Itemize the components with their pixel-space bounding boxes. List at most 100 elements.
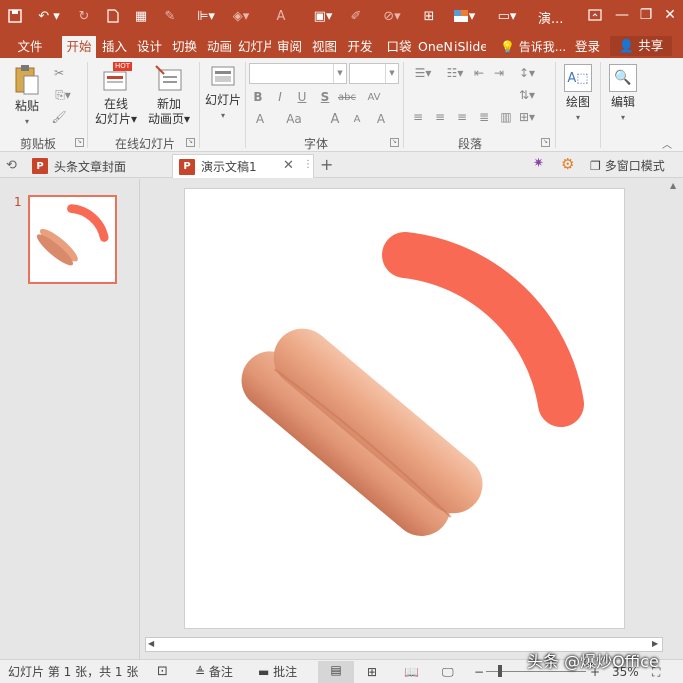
- slide-sorter-icon[interactable]: ⊞: [367, 663, 377, 681]
- shadow-button[interactable]: S: [316, 88, 334, 106]
- customize-qat-icon[interactable]: ▭▾: [492, 6, 522, 26]
- reading-view-icon[interactable]: 📖: [404, 663, 419, 681]
- scroll-right-icon[interactable]: ▶: [652, 639, 658, 648]
- char-spacing-button[interactable]: AV: [361, 88, 387, 106]
- crop-icon[interactable]: ⊞: [418, 6, 440, 26]
- increase-indent-icon[interactable]: ⇥: [490, 64, 508, 82]
- comment-icon: ▬: [258, 665, 270, 679]
- tab-transitions[interactable]: 切换: [168, 36, 201, 58]
- font-color-icon[interactable]: A: [271, 6, 291, 26]
- clear-format-button[interactable]: A: [372, 110, 390, 128]
- accessibility-icon[interactable]: ⊡: [157, 663, 168, 681]
- smartart-icon[interactable]: ⊞▾: [514, 108, 540, 126]
- edit-button[interactable]: 🔍 编辑 ▾: [605, 64, 641, 125]
- line-spacing-icon[interactable]: ↕▾: [514, 64, 540, 82]
- layout-icon[interactable]: ▦: [131, 6, 151, 26]
- clipboard-icon[interactable]: ▣▾: [309, 6, 337, 26]
- align-right-icon[interactable]: ≡: [453, 108, 471, 126]
- numbering-icon[interactable]: ☷▾: [441, 64, 469, 82]
- restore-icon[interactable]: ❐: [634, 4, 658, 26]
- tab-file[interactable]: 文件: [10, 36, 50, 58]
- scroll-left-icon[interactable]: ◀: [148, 639, 154, 648]
- underline-button[interactable]: U: [293, 88, 311, 106]
- font-size-select[interactable]: ▼: [349, 63, 399, 84]
- paragraph-launcher-icon[interactable]: ↘: [541, 138, 550, 147]
- tab-slideshow[interactable]: 幻灯片: [238, 36, 271, 58]
- tab-pocket[interactable]: 口袋: [382, 36, 416, 58]
- cut-icon[interactable]: ✂: [50, 64, 68, 82]
- gear-icon[interactable]: ⚙: [561, 155, 574, 173]
- align-left-icon[interactable]: ≡: [409, 108, 427, 126]
- tab-developer[interactable]: 开发: [343, 36, 377, 58]
- clipboard-launcher-icon[interactable]: ↘: [75, 138, 84, 147]
- tab-islide[interactable]: iSlide: [454, 36, 486, 58]
- tab-view[interactable]: 视图: [308, 36, 341, 58]
- shrink-font-button[interactable]: A: [348, 110, 366, 128]
- redo-icon[interactable]: ↻: [74, 6, 94, 26]
- justify-icon[interactable]: ≣: [475, 108, 493, 126]
- magic-icon[interactable]: ✷: [533, 156, 544, 171]
- tab-insert[interactable]: 插入: [98, 36, 131, 58]
- text-direction-icon[interactable]: ⇅▾: [514, 86, 540, 104]
- decrease-indent-icon[interactable]: ⇤: [470, 64, 488, 82]
- pen-icon[interactable]: ✎: [160, 6, 180, 26]
- notes-button[interactable]: ≜ 备注: [195, 663, 233, 681]
- ribbon-display-icon[interactable]: [583, 4, 607, 26]
- tell-me-search[interactable]: 💡 告诉我...: [500, 36, 566, 58]
- copy-icon[interactable]: ⎘▾: [50, 86, 76, 104]
- collapse-ribbon-icon[interactable]: ︿: [662, 136, 672, 151]
- undo-icon[interactable]: ↶ ▾: [34, 6, 64, 26]
- zoom-slider-thumb[interactable]: [498, 665, 502, 677]
- history-icon[interactable]: ⟲: [6, 158, 17, 173]
- comments-button[interactable]: ▬ 批注: [258, 663, 297, 681]
- close-tab-icon[interactable]: ✕: [283, 158, 294, 173]
- doc-tab-cover[interactable]: P 头条文章封面: [26, 154, 172, 178]
- new-animation-page-button[interactable]: 新加 动画页▾: [143, 64, 195, 127]
- tab-review[interactable]: 审阅: [273, 36, 306, 58]
- bold-button[interactable]: B: [249, 88, 267, 106]
- change-case-button[interactable]: Aa: [282, 110, 306, 128]
- format-painter-icon[interactable]: ✐: [346, 6, 366, 26]
- close-icon[interactable]: ✕: [658, 4, 682, 26]
- slide-thumbnail[interactable]: [28, 195, 117, 284]
- scroll-up-icon[interactable]: ▲: [670, 181, 676, 190]
- share-button[interactable]: 👤 共享: [610, 36, 672, 56]
- tab-animations[interactable]: 动画: [203, 36, 236, 58]
- minimize-icon[interactable]: —: [610, 4, 634, 26]
- online-slides-launcher-icon[interactable]: ↘: [186, 138, 195, 147]
- login-link[interactable]: 登录: [575, 36, 600, 58]
- vertical-scrollbar[interactable]: ▲: [666, 179, 683, 635]
- window-mode-button[interactable]: ❐ 多窗口模式: [590, 157, 665, 174]
- slide-artwork: [241, 232, 584, 536]
- zoom-out-icon[interactable]: −: [474, 663, 484, 681]
- tab-menu-icon[interactable]: ⋮: [303, 159, 313, 170]
- fill-icon[interactable]: ◈▾: [228, 6, 254, 26]
- save-icon[interactable]: [4, 6, 26, 26]
- draw-button[interactable]: A⬚ 绘图 ▾: [560, 64, 596, 125]
- online-slides-button[interactable]: HOT 在线 幻灯片▾: [93, 62, 139, 127]
- new-file-icon[interactable]: [103, 6, 123, 26]
- slideshow-icon[interactable]: 🖵: [442, 663, 454, 681]
- tab-home[interactable]: 开始: [62, 36, 96, 58]
- color-palette-icon[interactable]: ▾: [449, 6, 479, 26]
- font-launcher-icon[interactable]: ↘: [390, 138, 399, 147]
- slide-canvas[interactable]: [184, 188, 625, 629]
- italic-button[interactable]: I: [271, 88, 289, 106]
- slides-button[interactable]: 幻灯片 ▾: [202, 64, 244, 123]
- font-name-select[interactable]: ▼: [249, 63, 347, 84]
- bullets-icon[interactable]: ☰▾: [409, 64, 437, 82]
- tab-onenote[interactable]: OneN: [418, 36, 452, 58]
- shape-icon[interactable]: ⊘▾: [377, 6, 407, 26]
- align-icon[interactable]: ⊫▾: [193, 6, 219, 26]
- columns-icon[interactable]: ▥: [497, 108, 515, 126]
- format-painter-button-icon[interactable]: 🖌: [50, 108, 68, 126]
- tab-design[interactable]: 设计: [133, 36, 166, 58]
- normal-view-icon[interactable]: ▤: [318, 661, 354, 683]
- doc-tab-presentation1[interactable]: P 演示文稿1 ✕ ⋮: [172, 154, 314, 178]
- paste-button[interactable]: 粘贴 ▾: [8, 64, 46, 129]
- strikethrough-button[interactable]: abc: [336, 88, 358, 106]
- font-color-button[interactable]: A: [251, 110, 269, 128]
- add-tab-icon[interactable]: +: [320, 155, 333, 174]
- grow-font-button[interactable]: A: [326, 110, 344, 128]
- align-center-icon[interactable]: ≡: [431, 108, 449, 126]
